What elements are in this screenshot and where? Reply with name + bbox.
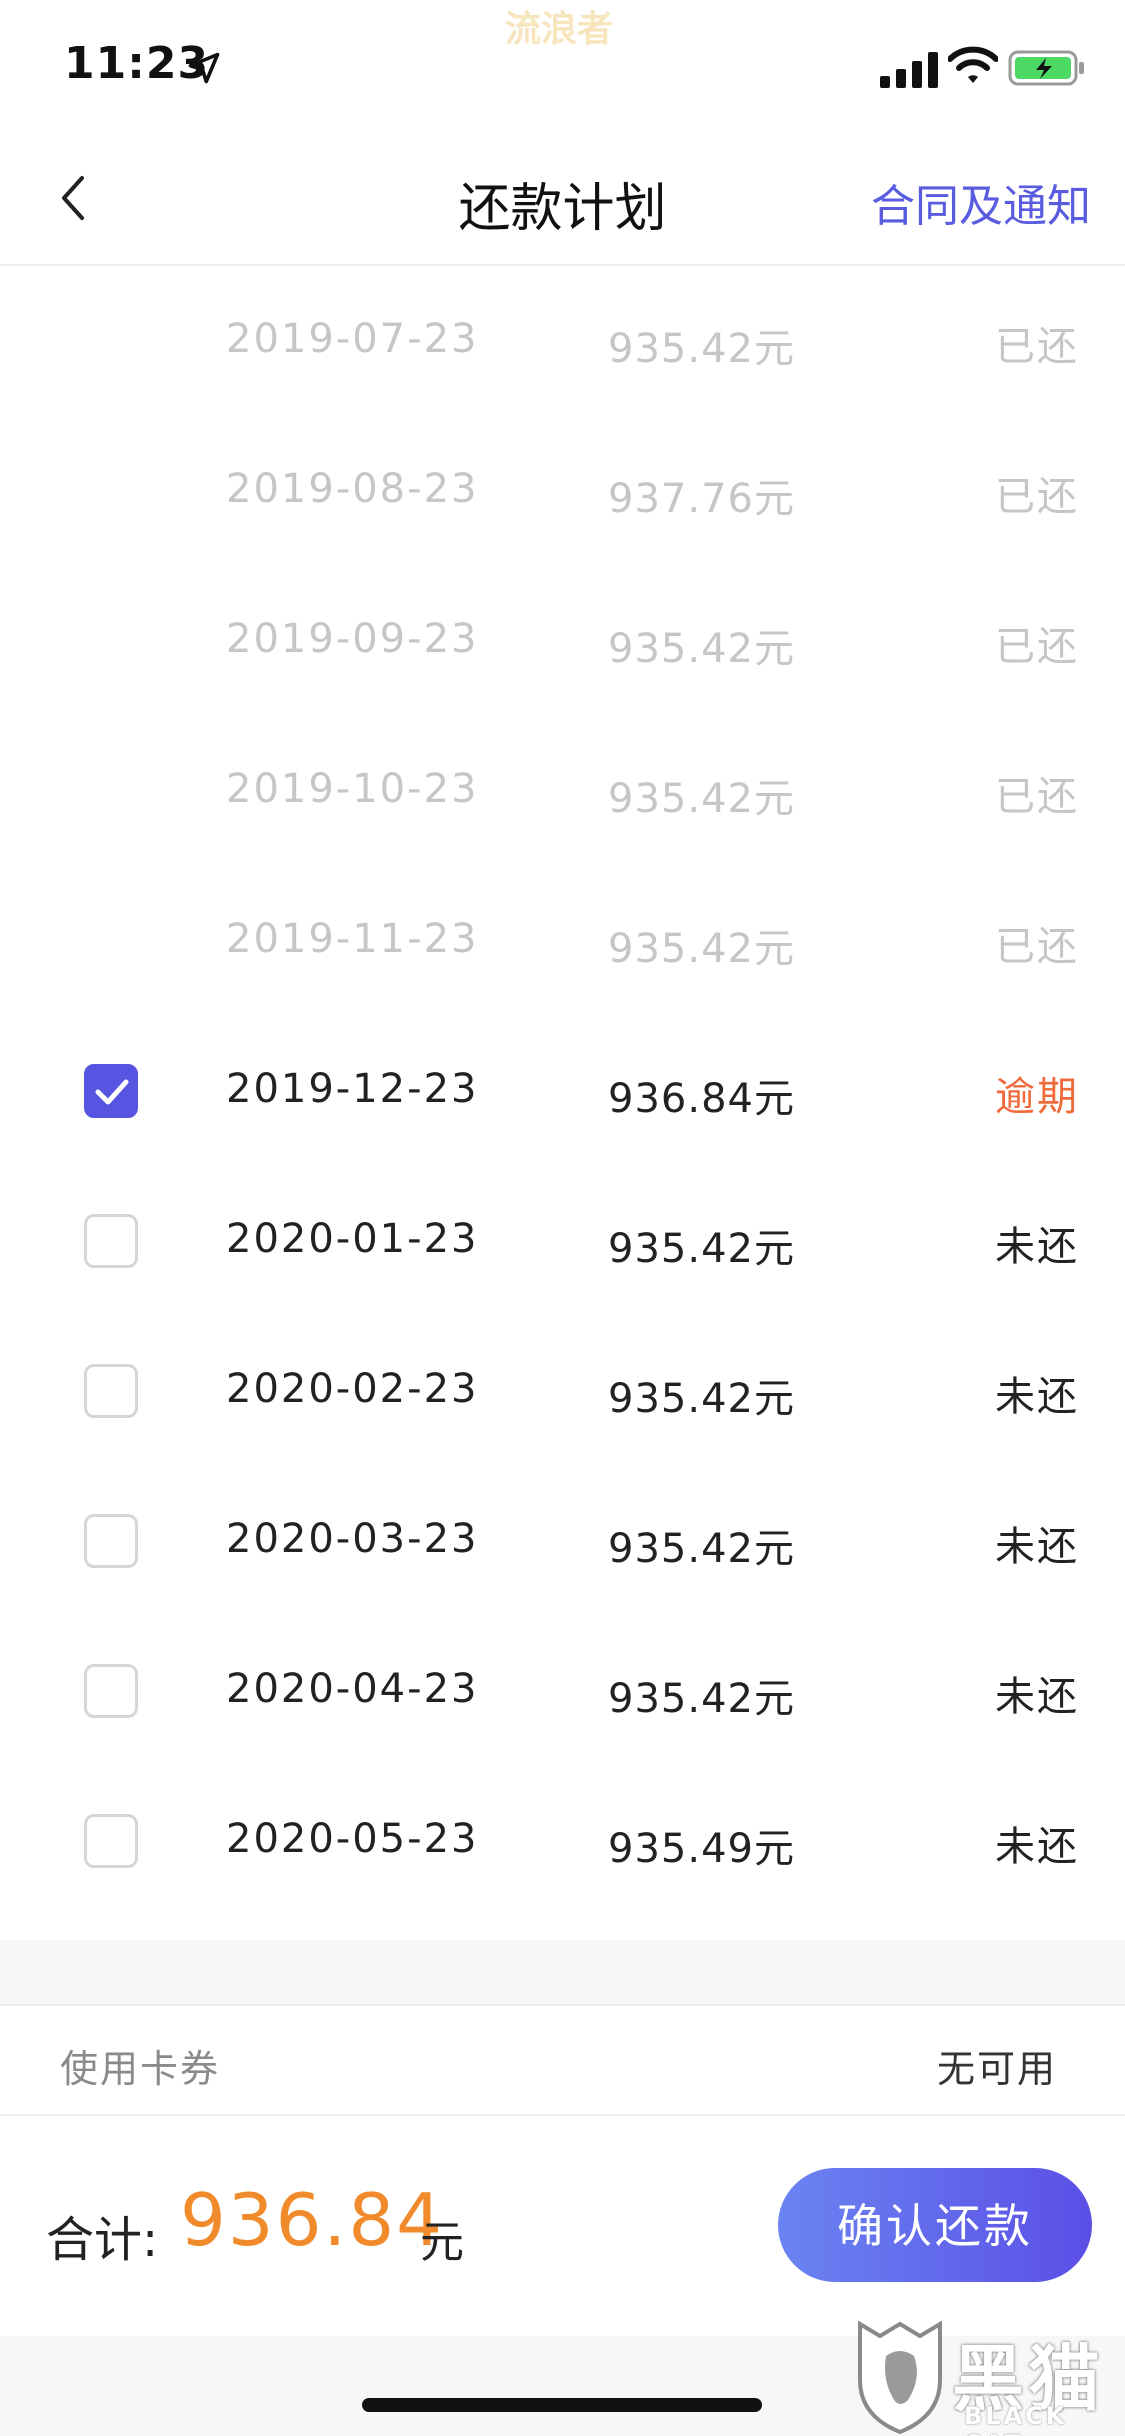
row-date: 2019-07-23 xyxy=(226,316,479,362)
contract-notice-link[interactable]: 合同及通知 xyxy=(871,170,1091,234)
plan-row: 2019-07-23 935.42元 已还 xyxy=(0,266,1125,416)
row-status: 已还 xyxy=(995,324,1079,370)
black-cat-shield-icon xyxy=(858,2320,942,2435)
plan-row: 2019-10-23 935.42元 已还 xyxy=(0,716,1125,866)
location-arrow-icon xyxy=(188,52,220,84)
nav-bar: 还款计划 合同及通知 xyxy=(0,132,1125,266)
row-date: 2019-11-23 xyxy=(226,916,479,962)
row-status: 未还 xyxy=(995,1824,1079,1870)
wifi-icon xyxy=(948,46,998,83)
coupon-row[interactable]: 使用卡券 无可用 xyxy=(0,2004,1125,2116)
section-divider xyxy=(0,1940,1125,2004)
row-amount: 935.42元 xyxy=(608,326,795,372)
coupon-label: 使用卡券 xyxy=(60,2047,221,2091)
row-checkbox[interactable] xyxy=(84,1064,138,1118)
row-date: 2019-09-23 xyxy=(226,616,479,662)
row-amount: 935.49元 xyxy=(608,1826,795,1872)
coupon-value: 无可用 xyxy=(936,2047,1057,2091)
total-unit: 元 xyxy=(420,2217,464,2268)
cellular-signal-icon xyxy=(880,52,938,88)
plan-row[interactable]: 2020-03-23 935.42元 未还 xyxy=(0,1466,1125,1616)
row-checkbox[interactable] xyxy=(84,1814,138,1868)
repayment-plan-list: 2019-07-23 935.42元 已还 2019-08-23 937.76元… xyxy=(0,266,1125,1940)
row-status: 已还 xyxy=(995,474,1079,520)
corner-watermark-en: BLACK CAT xyxy=(964,2402,1068,2436)
total-label: 合计: xyxy=(46,2212,159,2268)
total-amount: 936.84 xyxy=(180,2178,444,2262)
row-date: 2020-04-23 xyxy=(226,1666,479,1712)
row-checkbox[interactable] xyxy=(84,1514,138,1568)
row-status: 未还 xyxy=(995,1374,1079,1420)
row-status: 逾期 xyxy=(995,1074,1079,1120)
row-status: 未还 xyxy=(995,1674,1079,1720)
confirm-repayment-button[interactable]: 确认还款 xyxy=(778,2168,1092,2282)
row-checkbox[interactable] xyxy=(84,1664,138,1718)
row-date: 2019-08-23 xyxy=(226,466,479,512)
plan-row[interactable]: 2019-12-23 936.84元 逾期 xyxy=(0,1016,1125,1166)
row-amount: 935.42元 xyxy=(608,1226,795,1272)
repayment-plan-screen: 11:23 流浪者 还款计划 合同及通知 2019-07-23 935.42元 … xyxy=(0,0,1125,2436)
row-date: 2019-12-23 xyxy=(226,1066,479,1112)
row-date: 2019-10-23 xyxy=(226,766,479,812)
row-date: 2020-01-23 xyxy=(226,1216,479,1262)
row-checkbox[interactable] xyxy=(84,1364,138,1418)
row-status: 已还 xyxy=(995,924,1079,970)
plan-row: 2019-08-23 937.76元 已还 xyxy=(0,416,1125,566)
row-status: 未还 xyxy=(995,1224,1079,1270)
plan-row[interactable]: 2020-02-23 935.42元 未还 xyxy=(0,1316,1125,1466)
plan-row: 2019-09-23 935.42元 已还 xyxy=(0,566,1125,716)
row-status: 未还 xyxy=(995,1524,1079,1570)
row-date: 2020-05-23 xyxy=(226,1816,479,1862)
row-amount: 937.76元 xyxy=(608,476,795,522)
battery-charging-icon xyxy=(1008,50,1084,86)
top-watermark: 流浪者 xyxy=(505,9,614,50)
status-bar: 11:23 流浪者 xyxy=(0,0,1125,132)
row-date: 2020-02-23 xyxy=(226,1366,479,1412)
row-amount: 935.42元 xyxy=(608,926,795,972)
plan-row: 2019-11-23 935.42元 已还 xyxy=(0,866,1125,1016)
row-amount: 935.42元 xyxy=(608,1376,795,1422)
row-date: 2020-03-23 xyxy=(226,1516,479,1562)
row-checkbox[interactable] xyxy=(84,1214,138,1268)
plan-row[interactable]: 2020-04-23 935.42元 未还 xyxy=(0,1616,1125,1766)
row-status: 已还 xyxy=(995,774,1079,820)
home-indicator[interactable] xyxy=(362,2398,762,2412)
corner-watermark: 黑猫 BLACK CAT xyxy=(850,2316,1125,2436)
checkmark-icon xyxy=(95,1079,129,1105)
row-amount: 935.42元 xyxy=(608,1676,795,1722)
row-amount: 936.84元 xyxy=(608,1076,795,1122)
plan-row[interactable]: 2020-01-23 935.42元 未还 xyxy=(0,1166,1125,1316)
plan-row[interactable]: 2020-05-23 935.49元 未还 xyxy=(0,1766,1125,1916)
row-amount: 935.42元 xyxy=(608,1526,795,1572)
row-amount: 935.42元 xyxy=(608,776,795,822)
row-amount: 935.42元 xyxy=(608,626,795,672)
bottom-summary-bar: 合计: 936.84 元 确认还款 xyxy=(0,2116,1125,2336)
row-status: 已还 xyxy=(995,624,1079,670)
